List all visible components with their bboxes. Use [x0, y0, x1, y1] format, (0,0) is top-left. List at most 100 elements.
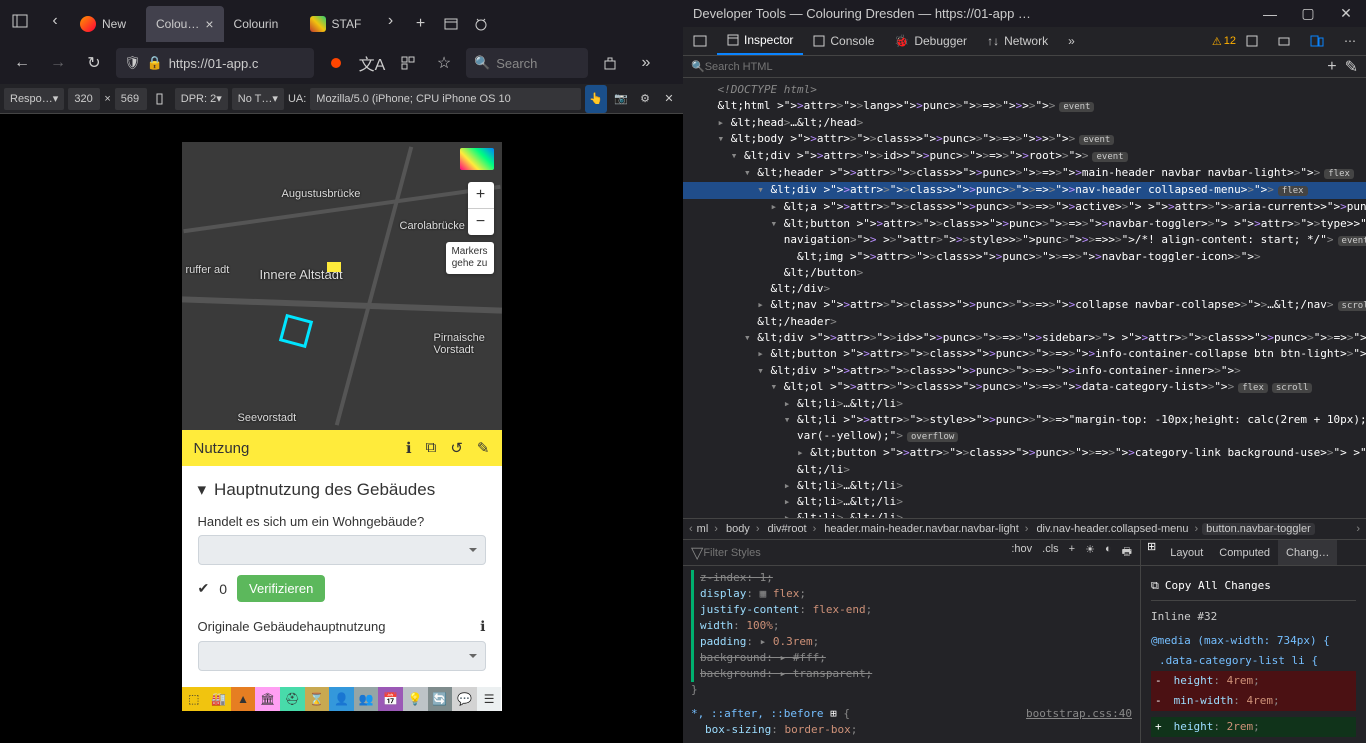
- markers-button[interactable]: Markers gehe zu: [446, 242, 494, 274]
- category-item-2[interactable]: ▲: [231, 687, 256, 711]
- alarm-icon[interactable]: [466, 9, 496, 39]
- crumb-3[interactable]: header.main-header.navbar.navbar-light: [820, 523, 1032, 535]
- dom-node-13[interactable]: ▸ &lt;nav >">>attr>>">>class>>">>punc>>"…: [683, 297, 1366, 314]
- zoom-in-button[interactable]: +: [468, 182, 494, 209]
- dom-node-24[interactable]: ▸ &lt;li>…&lt;/li>: [683, 478, 1366, 494]
- dom-node-23[interactable]: &lt;/li>: [683, 462, 1366, 478]
- new-tab-button[interactable]: +: [406, 9, 436, 39]
- crumb-4[interactable]: div.nav-header.collapsed-menu: [1032, 523, 1202, 535]
- extensions-icon[interactable]: [596, 49, 624, 77]
- dom-node-5[interactable]: ▾ &lt;header >">>attr>>">>class>>">>punc…: [683, 165, 1366, 182]
- crumb-0[interactable]: ml: [693, 523, 722, 535]
- tab-debugger[interactable]: 🐞Debugger: [884, 27, 977, 55]
- edit-icon[interactable]: ✎: [477, 439, 490, 457]
- tab-computed[interactable]: Computed: [1211, 540, 1278, 565]
- category-item-6[interactable]: 👤: [329, 687, 354, 711]
- tabs-overflow[interactable]: »: [1058, 27, 1085, 55]
- cls-toggle[interactable]: .cls: [1042, 543, 1059, 562]
- contrast-icon[interactable]: ◐: [1105, 543, 1112, 562]
- bookmark-icon[interactable]: ☆: [430, 49, 458, 77]
- dom-node-3[interactable]: ▾ &lt;body >">>attr>>">>class>>">>punc>>…: [683, 131, 1366, 148]
- copy-all-changes[interactable]: ⧉ Copy All Changes: [1151, 572, 1356, 601]
- dom-node-15[interactable]: ▾ &lt;div >">>attr>>">>id>>">>punc>>">>=…: [683, 330, 1366, 346]
- touch-icon[interactable]: 👆: [585, 85, 607, 113]
- category-item-3[interactable]: 🏛: [255, 687, 280, 711]
- changes-body[interactable]: ⧉ Copy All Changes Inline #32 @media (ma…: [1141, 566, 1366, 743]
- dom-node-26[interactable]: ▸ &lt;li>…&lt;/li>: [683, 510, 1366, 518]
- dom-node-18[interactable]: ▾ &lt;ol >">>attr>>">>class>>">>punc>>">…: [683, 379, 1366, 396]
- light-icon[interactable]: ☀: [1085, 543, 1095, 562]
- crumb-2[interactable]: div#root: [763, 523, 820, 535]
- record-indicator[interactable]: [322, 49, 350, 77]
- category-item-5[interactable]: ⌛: [305, 687, 330, 711]
- tab-colouring-2[interactable]: Colourin: [224, 6, 300, 42]
- category-item-9[interactable]: 💡: [403, 687, 428, 711]
- throttle-select[interactable]: No T… ▾: [232, 88, 284, 110]
- dt-minimize-button[interactable]: —: [1260, 4, 1280, 24]
- tab-console[interactable]: Console: [803, 27, 884, 55]
- rotate-icon[interactable]: [151, 85, 171, 113]
- search-bar[interactable]: 🔍 Search: [466, 48, 588, 78]
- overflow-icon[interactable]: »: [632, 49, 660, 77]
- dom-tree[interactable]: <!DOCTYPE html> &lt;html >">>attr>>">>la…: [683, 78, 1366, 518]
- dom-node-2[interactable]: ▸ &lt;head>…&lt;/head>: [683, 115, 1366, 131]
- dock-icon[interactable]: [683, 27, 717, 55]
- tab-colouring-active[interactable]: Colou…×: [146, 6, 224, 42]
- height-input[interactable]: 569: [115, 88, 147, 110]
- category-item-0[interactable]: ⬚: [182, 687, 207, 711]
- tooltip-icon[interactable]: ℹ: [480, 618, 485, 635]
- back-button[interactable]: ←: [8, 49, 36, 77]
- dt-close-button[interactable]: ✕: [1336, 4, 1356, 24]
- eyedropper-icon[interactable]: ✎: [1345, 57, 1358, 77]
- tab-changes[interactable]: Chang…: [1278, 540, 1337, 565]
- dom-node-9[interactable]: navigation>">> >>">attr>">>>style>>>">pu…: [683, 232, 1366, 249]
- crumb-scroll-right[interactable]: ›: [1356, 523, 1360, 535]
- dom-node-11[interactable]: &lt;/button>: [683, 265, 1366, 281]
- translate-icon[interactable]: 文A: [358, 49, 386, 77]
- tab-scroll-right[interactable]: ›: [376, 0, 406, 42]
- crumb-5[interactable]: button.navbar-toggler: [1202, 523, 1315, 535]
- dom-node-19[interactable]: ▸ &lt;li>…&lt;/li>: [683, 396, 1366, 412]
- hov-toggle[interactable]: :hov: [1011, 543, 1032, 562]
- width-input[interactable]: 320: [68, 88, 100, 110]
- tab-inspector[interactable]: Inspector: [717, 27, 803, 55]
- settings-icon[interactable]: ⚙: [635, 85, 655, 113]
- tab-layout[interactable]: Layout: [1162, 540, 1211, 565]
- dom-node-12[interactable]: &lt;/div>: [683, 281, 1366, 297]
- device-select[interactable]: Respo… ▾: [4, 88, 64, 110]
- url-bar[interactable]: 🛡 🔒 https://01-app.c: [116, 48, 314, 78]
- residential-select[interactable]: [198, 535, 486, 565]
- tab-network[interactable]: ↑↓Network: [977, 27, 1058, 55]
- history-icon[interactable]: ↺: [450, 439, 463, 457]
- reload-button[interactable]: ↻: [80, 49, 108, 77]
- section-heading[interactable]: ▾ Hauptnutzung des Gebäudes: [198, 480, 486, 500]
- close-icon[interactable]: ×: [205, 16, 213, 32]
- warning-count[interactable]: ⚠ 12: [1212, 35, 1236, 48]
- dt-screenshot-icon[interactable]: [1268, 27, 1300, 55]
- qr-icon[interactable]: [394, 49, 422, 77]
- print-icon[interactable]: 🖶: [1122, 543, 1132, 562]
- ua-input[interactable]: Mozilla/5.0 (iPhone; CPU iPhone OS 10: [310, 88, 581, 110]
- dt-iframe-icon[interactable]: [1236, 27, 1268, 55]
- tab-overview-icon[interactable]: [436, 9, 466, 39]
- dpr-select[interactable]: DPR: 2 ▾: [175, 88, 228, 110]
- add-rule-icon[interactable]: +: [1069, 543, 1075, 562]
- crumb-1[interactable]: body: [722, 523, 764, 535]
- layout-tab-icon[interactable]: ⊞: [1141, 540, 1162, 565]
- category-item-8[interactable]: 📅: [378, 687, 403, 711]
- styles-rules[interactable]: z-index: 1;display: ▦ flex;justify-conte…: [683, 566, 1140, 743]
- map-view[interactable]: Augustusbrücke Carolabrücke Innere Altst…: [182, 142, 502, 430]
- tab-new[interactable]: New: [70, 6, 146, 42]
- dom-node-7[interactable]: ▸ &lt;a >">>attr>>">>class>>">>punc>>">>…: [683, 199, 1366, 216]
- dom-node-22[interactable]: ▸ &lt;button >">>attr>>">>class>>">>punc…: [683, 445, 1366, 462]
- dom-node-10[interactable]: &lt;img >">>attr>>">>class>>">>punc>>">>…: [683, 249, 1366, 265]
- category-item-7[interactable]: 👥: [354, 687, 379, 711]
- dt-rdm-icon[interactable]: [1300, 27, 1334, 55]
- sidebar-toggle-icon[interactable]: [0, 0, 40, 42]
- dom-node-20[interactable]: ▾ &lt;li >">>attr>>">>style>>">>punc>>">…: [683, 412, 1366, 428]
- dom-node-0[interactable]: <!DOCTYPE html>: [683, 82, 1366, 98]
- dom-node-25[interactable]: ▸ &lt;li>…&lt;/li>: [683, 494, 1366, 510]
- dom-node-14[interactable]: &lt;/header>: [683, 314, 1366, 330]
- dt-menu-icon[interactable]: ⋯: [1334, 27, 1366, 55]
- forward-button[interactable]: →: [44, 49, 72, 77]
